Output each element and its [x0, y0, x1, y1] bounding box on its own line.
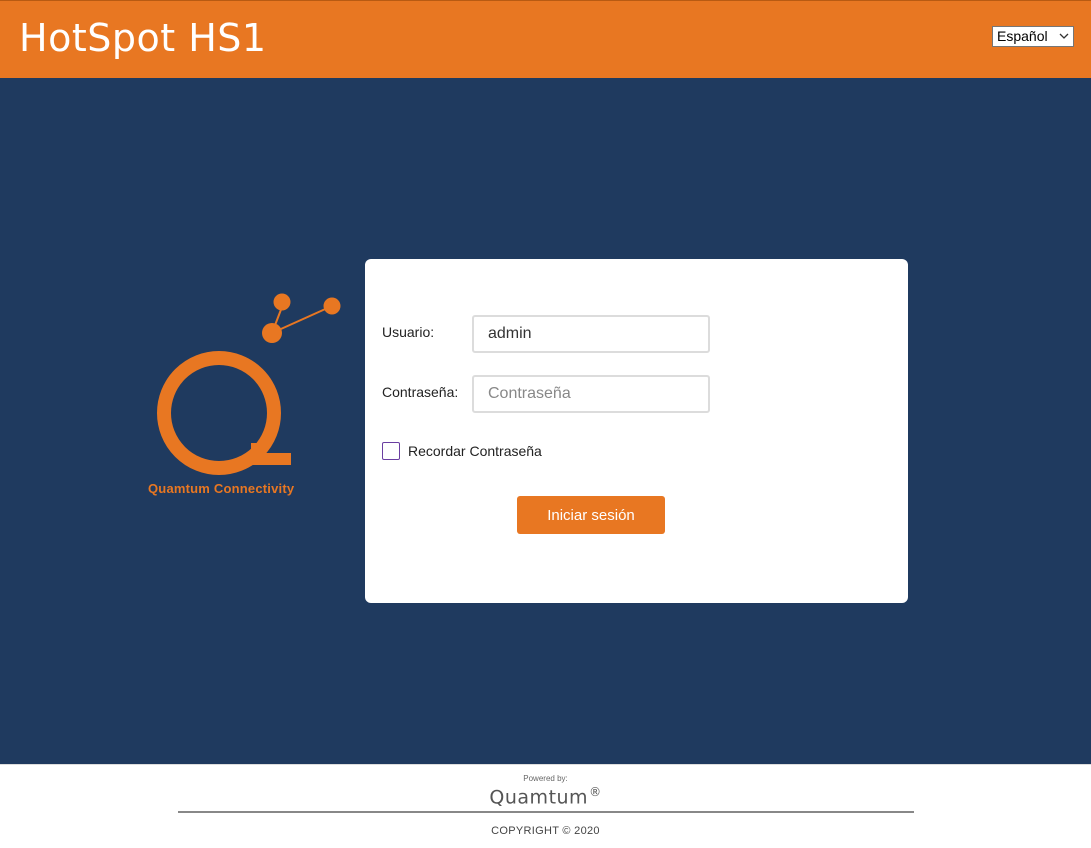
language-select[interactable]: Español: [992, 26, 1074, 47]
header-bar: HotSpot HS1 Español: [0, 0, 1091, 78]
password-input[interactable]: [472, 375, 710, 413]
main-area: Quamtum Connectivity Usuario: Contraseña…: [0, 78, 1091, 764]
remember-password-label[interactable]: Recordar Contraseña: [408, 443, 542, 459]
copyright-text: COPYRIGHT © 2020: [491, 825, 600, 837]
footer-brand-name: Quamtum: [489, 786, 589, 809]
page: HotSpot HS1 Español Quamtum Connectivity…: [0, 0, 1091, 848]
footer-divider: [178, 811, 914, 813]
login-card: Usuario: Contraseña: Recordar Contraseña…: [365, 259, 908, 603]
username-label: Usuario:: [382, 324, 435, 340]
password-label: Contraseña:: [382, 384, 459, 400]
footer: Powered by: Quamtum® COPYRIGHT © 2020: [0, 764, 1091, 848]
brand-name: Quamtum Connectivity: [148, 481, 295, 496]
login-button[interactable]: Iniciar sesión: [517, 496, 665, 534]
powered-by-label: Powered by:: [523, 774, 568, 783]
username-input[interactable]: [472, 315, 710, 353]
app-title: HotSpot HS1: [19, 16, 267, 60]
remember-password[interactable]: Recordar Contraseña: [382, 442, 542, 460]
footer-brand: Quamtum®: [0, 785, 1091, 808]
registered-mark: ®: [589, 785, 602, 799]
language-select-value: Español: [997, 28, 1048, 44]
remember-password-checkbox[interactable]: [382, 442, 400, 460]
quamtum-logo-icon: [157, 293, 341, 475]
chevron-down-icon: [1059, 33, 1069, 39]
